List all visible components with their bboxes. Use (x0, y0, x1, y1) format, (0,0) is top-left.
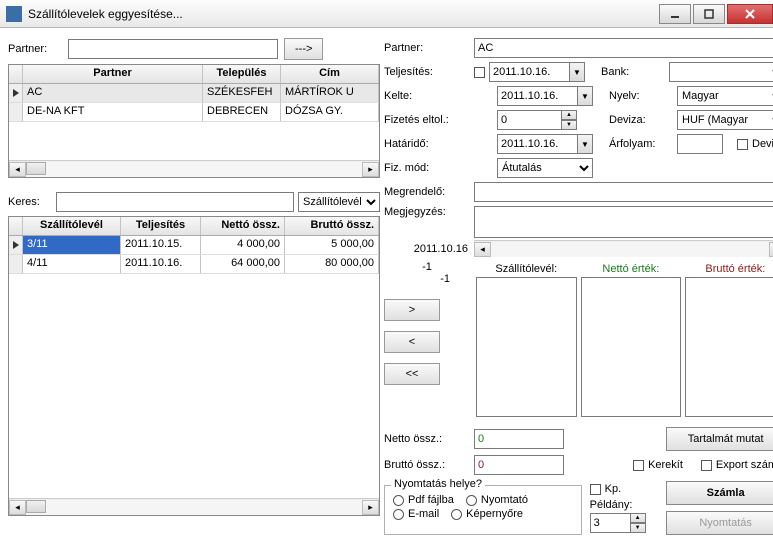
keres-input[interactable] (56, 192, 294, 212)
fizmod-select[interactable]: Átutalás (497, 158, 593, 178)
note-hscroll[interactable]: ◂▸ (474, 240, 773, 257)
fizetes-spinner[interactable]: ▲▼ (497, 110, 577, 130)
chevron-down-icon[interactable]: ▼ (577, 134, 593, 154)
radio-pdf[interactable]: Pdf fájlba (393, 494, 454, 506)
kerekit-check[interactable]: Kerekít (633, 459, 683, 471)
deviza-check[interactable]: Deviza (737, 138, 773, 150)
nyomtatas-helye-group: Nyomtatás helye? Pdf fájlba Nyomtató E-m… (384, 485, 582, 535)
chevron-down-icon[interactable]: ▼ (577, 86, 593, 106)
szallitolevel-grid[interactable]: Szállítólevél Teljesítés Nettó össz. Bru… (8, 216, 380, 516)
r-partner-input[interactable] (474, 38, 773, 58)
col-sl-header: Szállítólevél: (476, 263, 577, 275)
partner-col-partner[interactable]: Partner (23, 65, 203, 83)
minus1b: -1 (384, 273, 470, 285)
sl-row[interactable]: 3/11 2011.10.15. 4 000,00 5 000,00 (9, 236, 379, 255)
move-all-left-button[interactable]: << (384, 363, 440, 385)
deviza-label: Deviza: (609, 114, 673, 126)
sl-col-netto[interactable]: Nettó össz. (201, 217, 285, 235)
partner-row[interactable]: AC SZÉKESFEH MÁRTÍROK U (9, 84, 379, 103)
partner-grid[interactable]: Partner Település Cím AC SZÉKESFEH MÁRTÍ… (8, 64, 380, 178)
radio-nyomtato[interactable]: Nyomtató (466, 494, 528, 506)
partner-col-cim[interactable]: Cím (281, 65, 379, 83)
maximize-button[interactable] (693, 4, 725, 24)
tartalmat-button[interactable]: Tartalmát mutat (666, 427, 773, 451)
minus1a: -1 (384, 261, 470, 273)
partner-col-telepules[interactable]: Település (203, 65, 281, 83)
megj-label: Megjegyzés: (384, 206, 470, 218)
megrend-input[interactable] (474, 182, 773, 202)
bank-label: Bank: (601, 66, 665, 78)
arrow-button[interactable]: ---> (284, 38, 323, 60)
kelte-label: Kelte: (384, 90, 470, 102)
chevron-down-icon[interactable]: ▼ (569, 62, 585, 82)
szamla-button[interactable]: Számla (666, 481, 773, 505)
list-brutto[interactable] (685, 277, 773, 417)
r-partner-label: Partner: (384, 42, 470, 54)
teljesites-label: Teljesítés: (384, 66, 470, 78)
minimize-button[interactable] (659, 4, 691, 24)
close-button[interactable] (727, 4, 773, 24)
fizetes-label: Fizetés eltol.: (384, 114, 470, 126)
hatar-date[interactable]: ▼ (497, 134, 593, 154)
radio-email[interactable]: E-mail (393, 508, 439, 520)
megrend-label: Megrendelő: (384, 186, 470, 198)
move-left-button[interactable]: < (384, 331, 440, 353)
nyelv-select[interactable]: Magyar (677, 86, 773, 106)
sl-row[interactable]: 4/11 2011.10.16. 64 000,00 80 000,00 (9, 255, 379, 274)
kelte-date[interactable]: ▼ (497, 86, 593, 106)
list-sl[interactable] (476, 277, 577, 417)
netto-input[interactable] (474, 429, 564, 449)
date-note: 2011.10.16 (384, 243, 470, 255)
sl-col-teljesites[interactable]: Teljesítés (121, 217, 201, 235)
sl-hscroll[interactable]: ◂▸ (9, 498, 379, 515)
app-icon (6, 6, 22, 22)
megj-textarea[interactable] (474, 206, 773, 238)
teljesites-date[interactable]: ▼ (489, 62, 585, 82)
sl-col-szallitolevel[interactable]: Szállítólevél (23, 217, 121, 235)
brutto-input[interactable] (474, 455, 564, 475)
radio-kepernyo[interactable]: Képernyőre (451, 508, 523, 520)
partner-hscroll[interactable]: ◂▸ (9, 160, 379, 177)
deviza-select[interactable]: HUF (Magyar (677, 110, 773, 130)
keres-select[interactable]: Szállítólevél (298, 192, 380, 212)
netto-label: Netto össz.: (384, 433, 470, 445)
window-title: Szállítólevelek eggyesítése... (28, 7, 657, 21)
brutto-label: Bruttó össz.: (384, 459, 470, 471)
bank-select[interactable] (669, 62, 773, 82)
teljesites-check[interactable] (474, 67, 485, 78)
partner-row[interactable]: DE-NA KFT DEBRECEN DÓZSA GY. (9, 103, 379, 122)
titlebar: Szállítólevelek eggyesítése... (0, 0, 773, 28)
arfolyam-input[interactable] (677, 134, 723, 154)
kp-check[interactable]: Kp. (590, 483, 658, 495)
export-check[interactable]: Export számla (701, 459, 773, 471)
partner-input[interactable] (68, 39, 278, 59)
peldany-label: Példány: (590, 499, 658, 511)
list-netto[interactable] (581, 277, 682, 417)
move-right-button[interactable]: > (384, 299, 440, 321)
fizmod-label: Fiz. mód: (384, 162, 470, 174)
nyomtatas-legend: Nyomtatás helye? (391, 478, 485, 490)
col-netto-header: Nettó érték: (581, 263, 682, 275)
nyomtatas-button[interactable]: Nyomtatás (666, 511, 773, 535)
keres-label: Keres: (8, 196, 56, 208)
partner-label: Partner: (8, 43, 68, 55)
arfolyam-label: Árfolyam: (609, 138, 673, 150)
sl-col-brutto[interactable]: Bruttó össz. (285, 217, 379, 235)
nyelv-label: Nyelv: (609, 90, 673, 102)
hatar-label: Határidő: (384, 138, 470, 150)
col-brutto-header: Bruttó érték: (685, 263, 773, 275)
peldany-spinner[interactable]: ▲▼ (590, 513, 658, 533)
